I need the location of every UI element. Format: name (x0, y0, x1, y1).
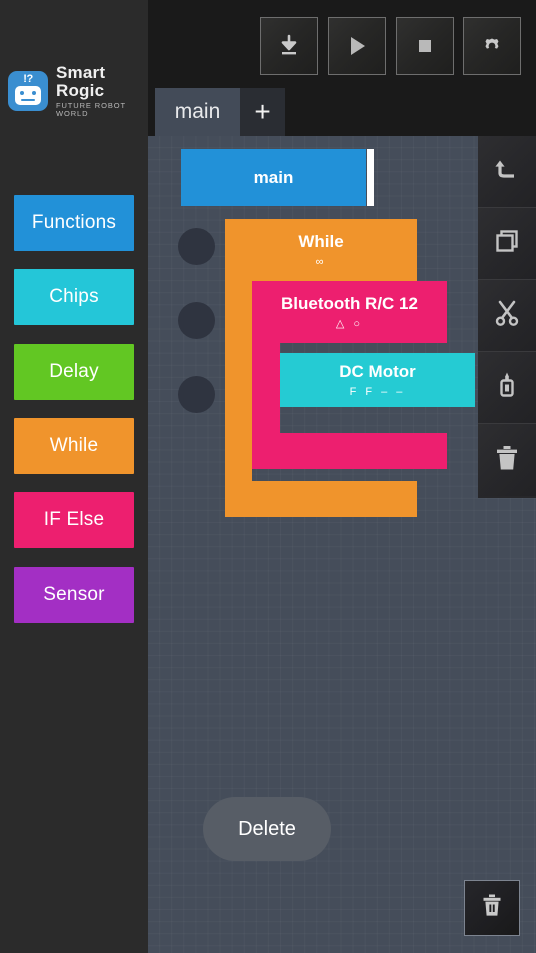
block-params: F F – – (349, 385, 406, 398)
block-title: main (253, 167, 294, 187)
block-bluetooth-spine (252, 343, 280, 433)
download-icon (276, 33, 302, 59)
delete-button[interactable] (478, 424, 536, 496)
connector-dot[interactable] (178, 376, 215, 413)
robot-mouth (21, 99, 35, 101)
block-params: △ ○ (335, 317, 364, 330)
block-dc-motor[interactable]: DC Motor F F – – (280, 353, 475, 407)
play-icon (345, 34, 369, 58)
scissors-icon (492, 298, 522, 333)
stop-icon (413, 34, 437, 58)
add-tab-button[interactable]: + (240, 88, 285, 136)
block-while-footer (225, 481, 417, 517)
palette-item-functions[interactable]: Functions (14, 195, 134, 251)
block-bluetooth-footer (252, 433, 447, 469)
brand-text: Smart Rogic FUTURE ROBOT WORLD (56, 64, 142, 117)
download-button[interactable] (260, 17, 318, 75)
block-bluetooth-header[interactable]: Bluetooth R/C 12 △ ○ (252, 281, 447, 343)
run-button[interactable] (328, 17, 386, 75)
palette-item-delay[interactable]: Delay (14, 344, 134, 400)
palette-item-sensor[interactable]: Sensor (14, 567, 134, 623)
block-params: ∞ (315, 255, 327, 268)
brand-subtitle: FUTURE ROBOT WORLD (56, 100, 126, 118)
top-toolbar (148, 0, 536, 88)
tab-main[interactable]: main (155, 88, 240, 136)
block-while-spine (225, 281, 252, 481)
palette-item-if-else[interactable]: IF Else (14, 492, 134, 548)
glue-icon (492, 370, 522, 405)
robot-eye-right (32, 91, 36, 95)
block-title: DC Motor (339, 361, 416, 381)
palette-item-label: While (49, 435, 99, 456)
connector-dot[interactable] (178, 302, 215, 339)
paste-button[interactable] (478, 352, 536, 424)
logo-badge-text: !? (23, 73, 33, 85)
plus-icon: + (254, 96, 271, 127)
tab-label: main (174, 100, 221, 123)
trash-icon (492, 443, 522, 478)
trash-icon (480, 893, 504, 924)
undo-icon (492, 154, 522, 189)
brand-title: Smart Rogic (56, 63, 106, 101)
delete-drop-target[interactable]: Delete (203, 797, 331, 861)
brand-logo: !? Smart Rogic FUTURE ROBOT WORLD (8, 64, 142, 117)
robot-logo-icon: !? (8, 71, 48, 111)
delete-label: Delete (238, 817, 296, 840)
palette-item-chips[interactable]: Chips (14, 269, 134, 325)
robot-eye-left (20, 91, 24, 95)
trash-fab-button[interactable] (464, 880, 520, 936)
left-sidebar: !? Smart Rogic FUTURE ROBOT WORLD Functi… (0, 0, 148, 953)
connector-dot[interactable] (178, 228, 215, 265)
cut-button[interactable] (478, 280, 536, 352)
text-cursor (367, 149, 374, 206)
block-title: While (298, 231, 344, 251)
block-while-header[interactable]: While ∞ (225, 219, 417, 281)
palette-item-label: Delay (49, 361, 99, 382)
app-root: !? Smart Rogic FUTURE ROBOT WORLD Functi… (0, 0, 536, 953)
palette-item-label: IF Else (43, 509, 105, 530)
copy-icon (492, 226, 522, 261)
stop-button[interactable] (396, 17, 454, 75)
palette-item-while[interactable]: While (14, 418, 134, 474)
block-title: Bluetooth R/C 12 (281, 293, 418, 313)
undo-button[interactable] (478, 136, 536, 208)
palette-item-label: Sensor (43, 584, 105, 605)
settings-button[interactable] (463, 17, 521, 75)
block-main[interactable]: main (181, 149, 366, 206)
palette-item-label: Functions (31, 212, 117, 233)
robot-head-shape (15, 86, 41, 105)
palette-item-label: Chips (49, 286, 99, 307)
right-toolbar (478, 136, 536, 498)
tab-bar: main + (148, 88, 536, 136)
gear-icon (479, 33, 505, 59)
copy-button[interactable] (478, 208, 536, 280)
